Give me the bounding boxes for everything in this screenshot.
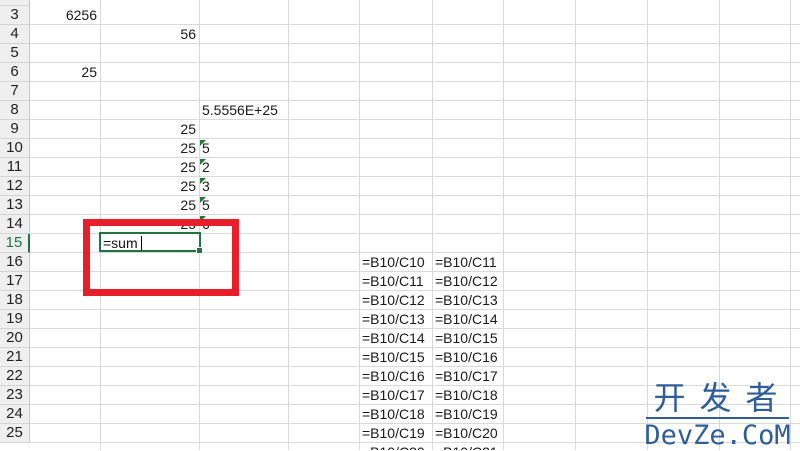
row-header-13[interactable]: 13 [0, 196, 30, 215]
g-formula-cell[interactable]: =B10/C12 [359, 291, 432, 310]
cell-b10[interactable]: 25 [100, 139, 199, 158]
row-header-6[interactable]: 6 [0, 63, 30, 82]
cell-a3[interactable]: 6256 [30, 6, 100, 25]
g-formula-cell[interactable]: =B10/C20 [359, 443, 432, 450]
row-header-3[interactable]: 3 [0, 6, 30, 25]
h-formula-cell[interactable]: =B10/C21 [432, 443, 503, 450]
h-formula-cell[interactable]: =B10/C19 [432, 405, 503, 424]
red-highlight-annotation [83, 219, 239, 296]
g-formula-cell[interactable]: =B10/C18 [359, 405, 432, 424]
cell-b9[interactable]: 25 [100, 120, 199, 139]
grid-row-5 [30, 44, 800, 63]
cell-c12[interactable]: 3 [199, 177, 288, 196]
row-header-16[interactable]: 16 [0, 253, 30, 272]
row-header-4[interactable]: 4 [0, 25, 30, 44]
watermark-english-text: DevZe.CoM [644, 420, 791, 451]
watermark-logo: 开发者 DevZe.CoM [640, 380, 795, 451]
row-header-18[interactable]: 18 [0, 291, 30, 310]
row-header-11[interactable]: 11 [0, 158, 30, 177]
row-header-20[interactable]: 20 [0, 329, 30, 348]
watermark-chinese-text: 开发者 [653, 379, 792, 417]
row-header-22[interactable]: 22 [0, 367, 30, 386]
cell-c11[interactable]: 2 [199, 158, 288, 177]
h-formula-cell[interactable]: =B10/C14 [432, 310, 503, 329]
cell-b11[interactable]: 25 [100, 158, 199, 177]
cell-c8[interactable]: 5.5556E+25 [199, 101, 319, 120]
row-header-24[interactable]: 24 [0, 405, 30, 424]
g-formula-cell[interactable]: =B10/C15 [359, 348, 432, 367]
g-formula-cell[interactable]: =B10/C10 [359, 253, 432, 272]
g-formula-cell[interactable]: =B10/C11 [359, 272, 432, 291]
row-header-7[interactable]: 7 [0, 82, 30, 101]
error-indicator-icon[interactable] [200, 178, 206, 184]
h-formula-cell[interactable]: =B10/C17 [432, 367, 503, 386]
row-header-5[interactable]: 5 [0, 44, 30, 63]
grid-row-7 [30, 82, 800, 101]
g-formula-cell[interactable]: =B10/C19 [359, 424, 432, 443]
row-header-10[interactable]: 10 [0, 139, 30, 158]
g-formula-cell[interactable]: =B10/C17 [359, 386, 432, 405]
error-indicator-icon[interactable] [200, 140, 206, 146]
h-formula-cell[interactable]: =B10/C18 [432, 386, 503, 405]
row-header-9[interactable]: 9 [0, 120, 30, 139]
h-formula-cell[interactable]: =B10/C11 [432, 253, 503, 272]
row-header-14[interactable]: 14 [0, 215, 30, 234]
h-formula-cell[interactable]: =B10/C12 [432, 272, 503, 291]
row-header-17[interactable]: 17 [0, 272, 30, 291]
h-formula-cell[interactable]: =B10/C16 [432, 348, 503, 367]
row-header-21[interactable]: 21 [0, 348, 30, 367]
row-header-8[interactable]: 8 [0, 101, 30, 120]
row-header-25[interactable]: 25 [0, 424, 30, 443]
cell-b4[interactable]: 56 [100, 25, 199, 44]
grid-row-8 [30, 101, 800, 120]
cell-a6[interactable]: 25 [30, 63, 100, 82]
cell-c13[interactable]: 5 [199, 196, 288, 215]
error-indicator-icon[interactable] [200, 159, 206, 165]
g-formula-cell[interactable]: =B10/C13 [359, 310, 432, 329]
row-header-strip [0, 0, 30, 6]
grid-row-6 [30, 63, 800, 82]
row-header-15[interactable]: 15 [0, 234, 30, 253]
watermark-divider [646, 417, 789, 419]
row-header-19[interactable]: 19 [0, 310, 30, 329]
cell-c10[interactable]: 5 [199, 139, 288, 158]
error-indicator-icon[interactable] [200, 197, 206, 203]
cell-b13[interactable]: 25 [100, 196, 199, 215]
cell-b12[interactable]: 25 [100, 177, 199, 196]
grid-row-3 [30, 6, 800, 25]
h-formula-cell[interactable]: =B10/C13 [432, 291, 503, 310]
row-header-12[interactable]: 12 [0, 177, 30, 196]
g-formula-cell[interactable]: =B10/C16 [359, 367, 432, 386]
h-formula-cell[interactable]: =B10/C15 [432, 329, 503, 348]
h-formula-cell[interactable]: =B10/C20 [432, 424, 503, 443]
g-formula-cell[interactable]: =B10/C14 [359, 329, 432, 348]
row-header-23[interactable]: 23 [0, 386, 30, 405]
